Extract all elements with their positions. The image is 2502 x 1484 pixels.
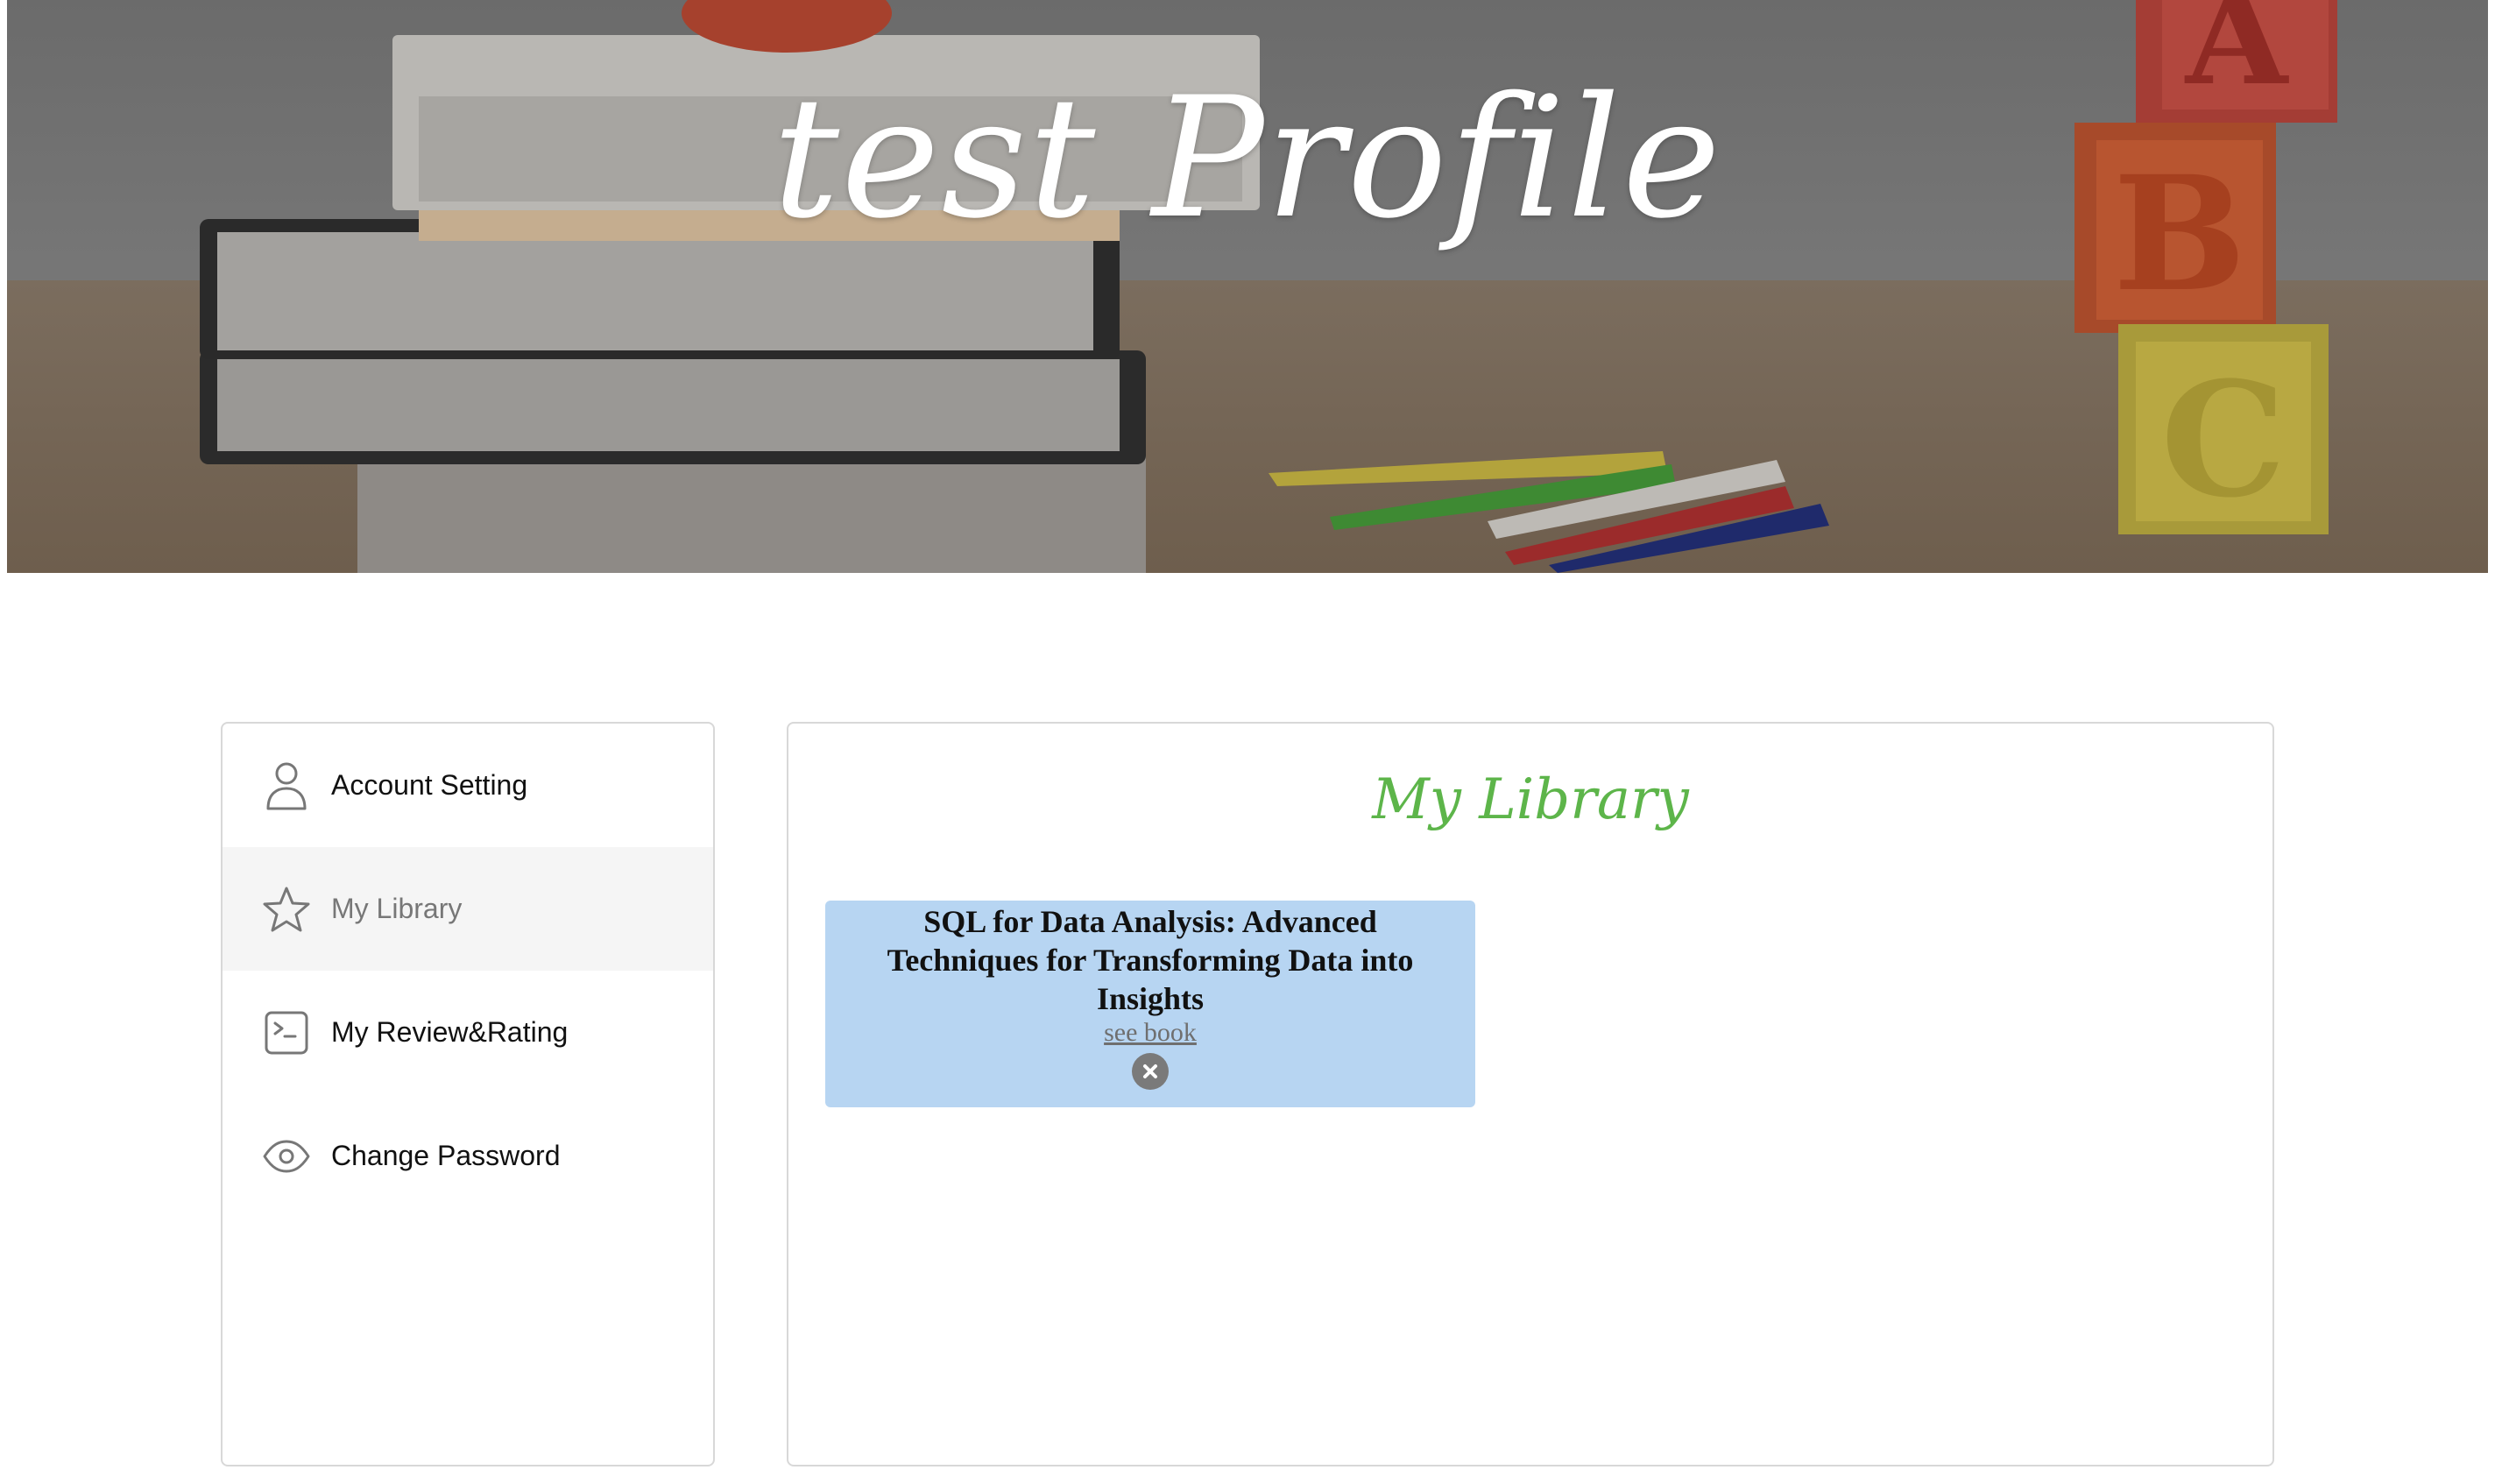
- see-book-link[interactable]: see book: [860, 1018, 1440, 1048]
- sidebar-item-account-setting[interactable]: Account Setting: [223, 724, 713, 847]
- sidebar-item-label: My Library: [331, 893, 463, 924]
- sidebar-item-label: Change Password: [331, 1140, 561, 1171]
- library-panel: My Library SQL for Data Analysis: Advanc…: [787, 722, 2274, 1466]
- terminal-icon: [261, 1007, 312, 1058]
- sidebar-item-label: My Review&Rating: [331, 1016, 569, 1048]
- block-letter-c: C: [2160, 348, 2286, 533]
- page-title: test Profile: [772, 61, 1723, 255]
- sidebar-item-change-password[interactable]: Change Password: [223, 1094, 713, 1218]
- profile-banner: A B C test Profile: [7, 0, 2488, 573]
- book-card: SQL for Data Analysis: Advanced Techniqu…: [825, 901, 1475, 1107]
- pencils-illustration: [1269, 451, 1829, 573]
- close-icon: [1143, 1064, 1157, 1078]
- book-title: SQL for Data Analysis: Advanced Techniqu…: [887, 904, 1414, 1016]
- panel-title: My Library: [1372, 767, 1689, 832]
- profile-sidebar: Account Setting My Library My Review&Rat…: [221, 722, 715, 1466]
- user-icon: [261, 760, 312, 811]
- eye-icon: [261, 1131, 312, 1182]
- sidebar-item-my-library[interactable]: My Library: [223, 847, 713, 971]
- star-icon: [261, 884, 312, 935]
- sidebar-item-label: Account Setting: [331, 769, 528, 801]
- sidebar-item-my-review-rating[interactable]: My Review&Rating: [223, 971, 713, 1094]
- remove-book-button[interactable]: [1132, 1053, 1169, 1090]
